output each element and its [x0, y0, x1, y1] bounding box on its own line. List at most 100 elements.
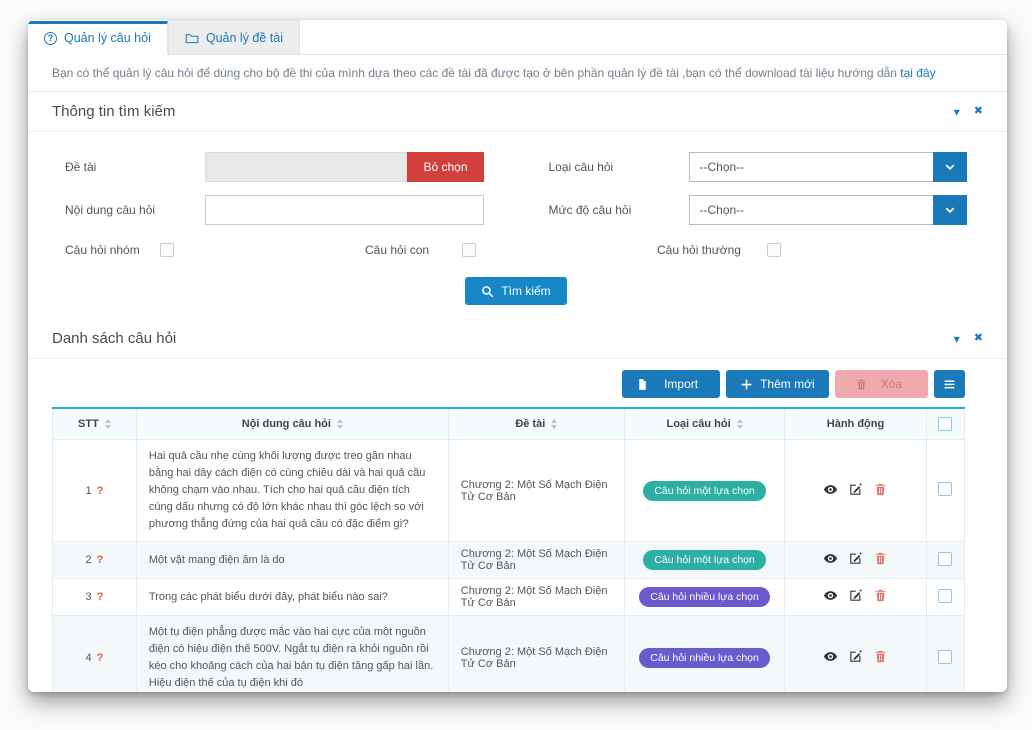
add-button-label: Thêm mới [760, 377, 815, 391]
tab-quan-ly-de-tai[interactable]: Quản lý đề tài [168, 20, 300, 54]
sort-icon[interactable] [337, 419, 343, 429]
sort-icon[interactable] [105, 419, 111, 429]
row-number: 3 [86, 591, 92, 603]
question-table-body: 1?Hai quả cầu nhẹ cùng khối lượng được t… [53, 440, 965, 693]
header-de-tai: Đề tài [448, 408, 624, 440]
search-panel-tools: ▾ ✖ [954, 106, 983, 118]
table-row: 3?Trong các phát biểu dưới đây, phát biể… [53, 579, 965, 616]
edit-button[interactable] [843, 649, 868, 667]
question-table: STT Nội dung câu hỏi Đề tài Loại câu hỏi… [52, 407, 965, 692]
row-checkbox[interactable] [938, 589, 952, 603]
unselect-button[interactable]: Bỏ chọn [407, 152, 483, 182]
stt-cell: 3? [53, 579, 137, 616]
type-badge: Câu hỏi nhiều lựa chọn [639, 648, 770, 668]
topic-cell: Chương 2: Một Số Mạch Điện Tử Cơ Bản [448, 440, 624, 542]
type-badge: Câu hỏi một lựa chọn [643, 481, 765, 501]
stt-cell: 2? [53, 542, 137, 579]
row-help-icon: ? [97, 554, 104, 566]
edit-button[interactable] [843, 588, 868, 606]
search-button[interactable]: Tìm kiếm [465, 277, 566, 305]
row-help-icon: ? [97, 485, 104, 497]
cau-hoi-thuong-checkbox[interactable] [767, 243, 781, 257]
view-button[interactable] [818, 551, 843, 569]
sort-icon[interactable] [551, 419, 557, 429]
search-button-label: Tìm kiếm [501, 284, 550, 298]
actions-cell [785, 579, 926, 616]
chevron-down-icon [944, 204, 956, 216]
row-checkbox[interactable] [938, 552, 952, 566]
edit-button[interactable] [843, 551, 868, 569]
import-button[interactable]: Import [622, 370, 720, 398]
view-button[interactable] [818, 482, 843, 500]
eye-icon [823, 649, 838, 664]
row-number: 2 [86, 554, 92, 566]
sort-icon[interactable] [737, 419, 743, 429]
table-row: 4?Một tụ điện phẳng được mắc vào hai cực… [53, 616, 965, 692]
edit-button[interactable] [843, 482, 868, 500]
checkbox-row: Câu hỏi nhóm Câu hỏi con Câu hỏi thường [65, 243, 967, 257]
question-table-container: STT Nội dung câu hỏi Đề tài Loại câu hỏi… [28, 407, 1007, 692]
question-content-cell: Trong các phát biểu dưới đây, phát biểu … [136, 579, 448, 616]
group-cau-hoi-thuong: Câu hỏi thường [657, 243, 781, 257]
question-content-cell: Một vật mang điện âm là do [136, 542, 448, 579]
search-panel-title: Thông tin tìm kiếm [52, 103, 175, 120]
cau-hoi-thuong-label: Câu hỏi thường [657, 243, 767, 257]
add-new-button[interactable]: Thêm mới [726, 370, 829, 398]
tab-bar: ? Quản lý câu hỏi Quản lý đề tài [28, 20, 1007, 55]
delete-row-button[interactable] [868, 551, 893, 569]
field-noi-dung: Nội dung câu hỏi [65, 195, 484, 225]
delete-button-label: Xóa [875, 377, 908, 391]
collapse-icon[interactable]: ▾ [954, 106, 960, 118]
question-content-cell: Một tụ điện phẳng được mắc vào hai cực c… [136, 616, 448, 692]
muc-do-dropdown-button[interactable] [933, 195, 967, 225]
view-button[interactable] [818, 649, 843, 667]
field-loai-cau-hoi: Loại câu hỏi --Chọn-- [549, 152, 968, 182]
download-guide-link[interactable]: tại đây [900, 66, 935, 80]
header-stt: STT [53, 408, 137, 440]
header-select-all [926, 408, 964, 440]
delete-row-button[interactable] [868, 482, 893, 500]
list-panel-title: Danh sách câu hỏi [52, 330, 176, 347]
cau-hoi-nhom-checkbox[interactable] [160, 243, 174, 257]
row-checkbox[interactable] [938, 482, 952, 496]
close-icon[interactable]: ✖ [974, 333, 983, 344]
table-toolbar: Import Thêm mới Xóa [28, 359, 1007, 407]
search-icon [481, 285, 494, 298]
question-type-cell: Câu hỏi nhiều lựa chọn [624, 579, 785, 616]
row-select-cell [926, 616, 964, 692]
actions-cell [785, 616, 926, 692]
muc-do-select[interactable]: --Chọn-- [689, 195, 934, 225]
select-all-checkbox[interactable] [938, 417, 952, 431]
close-icon[interactable]: ✖ [974, 106, 983, 117]
noi-dung-label: Nội dung câu hỏi [65, 203, 205, 217]
edit-icon [848, 551, 863, 566]
intro-text: Bạn có thể quản lý câu hỏi để dùng cho b… [28, 55, 1007, 92]
edit-icon [848, 482, 863, 497]
delete-row-button[interactable] [868, 649, 893, 667]
cau-hoi-con-checkbox[interactable] [462, 243, 476, 257]
tab-quan-ly-cau-hoi[interactable]: ? Quản lý câu hỏi [28, 21, 168, 55]
list-icon [943, 378, 956, 391]
column-options-button[interactable] [934, 370, 965, 398]
actions-cell [785, 440, 926, 542]
row-help-icon: ? [97, 652, 104, 664]
row-select-cell [926, 440, 964, 542]
topic-cell: Chương 2: Một Số Mạch Điện Tử Cơ Bản [448, 542, 624, 579]
field-muc-do: Mức độ câu hỏi --Chọn-- [549, 195, 968, 225]
cau-hoi-con-label: Câu hỏi con [365, 243, 462, 257]
delete-button[interactable]: Xóa [835, 370, 928, 398]
de-tai-label: Đề tài [65, 160, 205, 174]
row-checkbox[interactable] [938, 650, 952, 664]
loai-cau-hoi-dropdown-button[interactable] [933, 152, 967, 182]
noi-dung-input[interactable] [205, 195, 484, 225]
type-badge: Câu hỏi một lựa chọn [643, 550, 765, 570]
delete-row-button[interactable] [868, 588, 893, 606]
view-button[interactable] [818, 588, 843, 606]
file-icon [636, 378, 649, 391]
trash-icon [873, 649, 888, 664]
eye-icon [823, 588, 838, 603]
import-button-label: Import [656, 377, 706, 391]
de-tai-input[interactable] [205, 152, 407, 182]
loai-cau-hoi-select[interactable]: --Chọn-- [689, 152, 934, 182]
collapse-icon[interactable]: ▾ [954, 333, 960, 345]
